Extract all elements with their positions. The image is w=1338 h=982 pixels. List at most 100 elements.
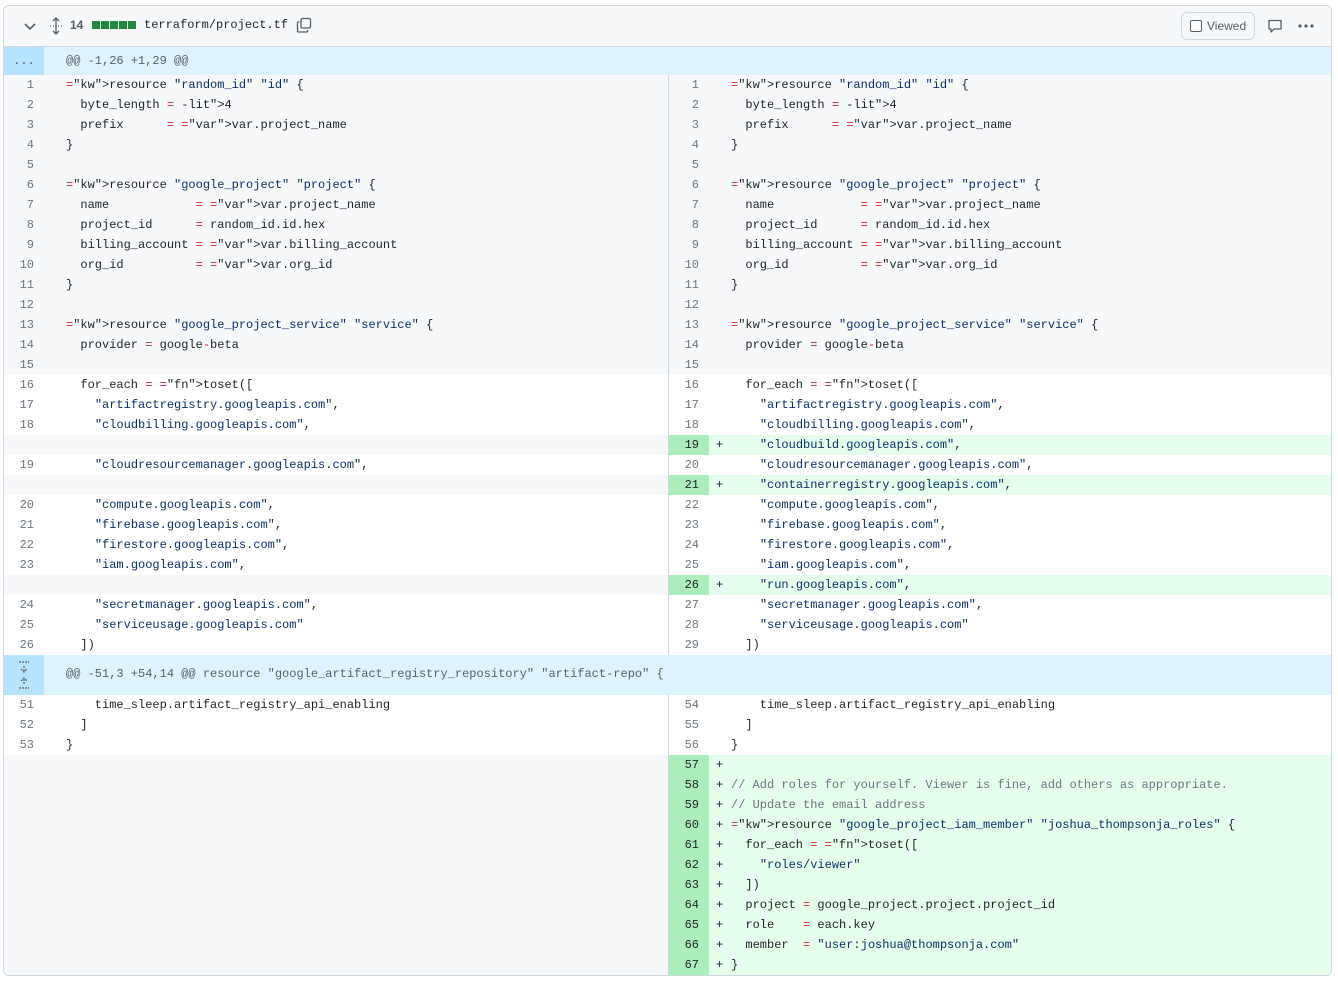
line-number[interactable]: 3 xyxy=(4,115,44,135)
line-number[interactable]: 23 xyxy=(669,515,709,535)
line-number[interactable]: 10 xyxy=(669,255,709,275)
line-number[interactable]: 12 xyxy=(669,295,709,315)
line-number[interactable]: 7 xyxy=(4,195,44,215)
unfold-icon[interactable] xyxy=(48,17,64,35)
expand-up-down-icon[interactable] xyxy=(4,655,44,695)
code-line: "firestore.googleapis.com", xyxy=(731,535,1331,555)
diff-row: 26 ]) 29 ]) xyxy=(4,635,1331,655)
line-number[interactable]: 3 xyxy=(669,115,709,135)
file-name-link[interactable]: terraform/project.tf xyxy=(144,18,288,32)
line-number[interactable]: 2 xyxy=(669,95,709,115)
line-number[interactable]: 64 xyxy=(669,895,709,915)
line-number[interactable]: 20 xyxy=(669,455,709,475)
line-number[interactable]: 16 xyxy=(4,375,44,395)
line-number[interactable]: 7 xyxy=(669,195,709,215)
line-number[interactable]: 60 xyxy=(669,815,709,835)
diff-marker xyxy=(709,595,731,615)
line-number[interactable]: 28 xyxy=(669,615,709,635)
line-number[interactable]: 6 xyxy=(4,175,44,195)
line-number[interactable]: 58 xyxy=(669,775,709,795)
line-number[interactable]: 67 xyxy=(669,955,709,975)
expand-icon[interactable]: ... xyxy=(4,47,44,75)
line-number[interactable]: 22 xyxy=(4,535,44,555)
line-number[interactable]: 66 xyxy=(669,935,709,955)
line-number[interactable]: 19 xyxy=(669,435,709,455)
line-number[interactable]: 22 xyxy=(669,495,709,515)
line-number[interactable]: 27 xyxy=(669,595,709,615)
line-number[interactable]: 10 xyxy=(4,255,44,275)
line-number[interactable]: 53 xyxy=(4,735,44,755)
diff-marker xyxy=(44,375,66,395)
line-number[interactable]: 65 xyxy=(669,915,709,935)
line-number[interactable]: 6 xyxy=(669,175,709,195)
right-side: 57 + xyxy=(668,755,1331,775)
line-number[interactable]: 18 xyxy=(4,415,44,435)
line-number[interactable]: 12 xyxy=(4,295,44,315)
line-number[interactable]: 1 xyxy=(669,75,709,95)
line-number[interactable]: 61 xyxy=(669,835,709,855)
line-number[interactable]: 17 xyxy=(4,395,44,415)
diff-marker xyxy=(709,95,731,115)
code-line xyxy=(66,855,668,875)
line-number[interactable]: 52 xyxy=(4,715,44,735)
line-number[interactable]: 17 xyxy=(669,395,709,415)
line-number[interactable]: 62 xyxy=(669,855,709,875)
diff-marker xyxy=(44,355,66,375)
diff-row: 6 ="kw">resource "google_project" "projec… xyxy=(4,175,1331,195)
line-number[interactable]: 24 xyxy=(669,535,709,555)
line-number[interactable]: 25 xyxy=(4,615,44,635)
line-number[interactable]: 9 xyxy=(669,235,709,255)
line-number[interactable]: 14 xyxy=(669,335,709,355)
code-line xyxy=(731,155,1331,175)
code-line: "secretmanager.googleapis.com", xyxy=(731,595,1331,615)
line-number[interactable]: 26 xyxy=(4,635,44,655)
line-number[interactable]: 56 xyxy=(669,735,709,755)
line-number[interactable]: 4 xyxy=(669,135,709,155)
line-number[interactable]: 4 xyxy=(4,135,44,155)
copy-icon[interactable] xyxy=(296,17,312,33)
code-line xyxy=(66,575,668,595)
line-number[interactable]: 5 xyxy=(4,155,44,175)
line-number[interactable]: 16 xyxy=(669,375,709,395)
diff-marker: + xyxy=(709,775,731,795)
line-number[interactable]: 59 xyxy=(669,795,709,815)
line-number[interactable]: 23 xyxy=(4,555,44,575)
diff-row: 2 byte_length = -lit">4 2 byte_length = -… xyxy=(4,95,1331,115)
line-number[interactable]: 25 xyxy=(669,555,709,575)
line-number[interactable]: 13 xyxy=(669,315,709,335)
right-side: 13 ="kw">resource "google_project_service… xyxy=(668,315,1331,335)
line-number[interactable]: 63 xyxy=(669,875,709,895)
line-number[interactable]: 5 xyxy=(669,155,709,175)
line-number[interactable]: 9 xyxy=(4,235,44,255)
line-number[interactable]: 14 xyxy=(4,335,44,355)
changes-count: 14 xyxy=(70,18,84,32)
line-number[interactable]: 26 xyxy=(669,575,709,595)
line-number[interactable]: 55 xyxy=(669,715,709,735)
line-number[interactable]: 15 xyxy=(4,355,44,375)
line-number[interactable]: 2 xyxy=(4,95,44,115)
viewed-checkbox-button[interactable]: Viewed xyxy=(1181,12,1255,40)
line-number[interactable]: 54 xyxy=(669,695,709,715)
line-number[interactable]: 21 xyxy=(669,475,709,495)
kebab-horizontal-icon[interactable] xyxy=(1297,18,1315,34)
line-number[interactable]: 11 xyxy=(4,275,44,295)
line-number[interactable]: 20 xyxy=(4,495,44,515)
chevron-down-icon[interactable] xyxy=(22,18,38,34)
line-number[interactable]: 24 xyxy=(4,595,44,615)
line-number[interactable]: 21 xyxy=(4,515,44,535)
line-number[interactable]: 57 xyxy=(669,755,709,775)
line-number[interactable]: 8 xyxy=(669,215,709,235)
line-number[interactable]: 51 xyxy=(4,695,44,715)
line-number[interactable]: 15 xyxy=(669,355,709,375)
checkbox[interactable] xyxy=(1190,20,1202,32)
line-number[interactable]: 19 xyxy=(4,455,44,475)
line-number[interactable]: 18 xyxy=(669,415,709,435)
line-number[interactable]: 1 xyxy=(4,75,44,95)
diff-marker xyxy=(709,415,731,435)
comment-icon[interactable] xyxy=(1267,18,1283,34)
line-number[interactable]: 11 xyxy=(669,275,709,295)
line-number[interactable]: 8 xyxy=(4,215,44,235)
line-number[interactable]: 13 xyxy=(4,315,44,335)
line-number[interactable]: 29 xyxy=(669,635,709,655)
diff-marker xyxy=(709,315,731,335)
